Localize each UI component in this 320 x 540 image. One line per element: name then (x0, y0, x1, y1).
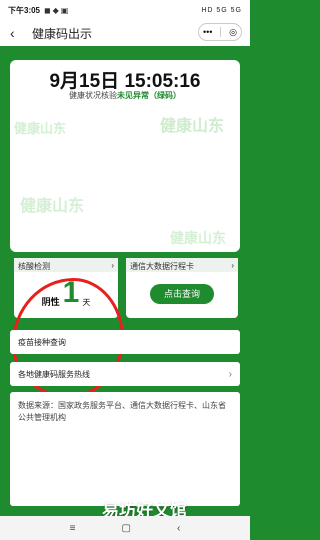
capsule-divider (220, 27, 222, 37)
status-value: 未见异常 (117, 91, 149, 100)
watermark-text: 健康山东 (170, 230, 226, 246)
status-bar: 下午3:05 ◼ ◆ ▣ HD 5G 5G (0, 0, 250, 20)
notification-icon: ◆ (52, 5, 59, 15)
status-prefix: 健康状况核验 (69, 91, 117, 100)
chevron-right-icon: › (228, 368, 232, 380)
notification-icon: ◼ (44, 5, 51, 15)
chevron-right-icon: › (111, 261, 114, 270)
content-area: 健康山东 健康山东 健康山东 健康山东 9月15日 15:05:16 健康状况核… (0, 46, 250, 516)
page-title: 健康码出示 (32, 26, 93, 41)
hotline-row[interactable]: 各地健康码服务热线 › (10, 362, 240, 386)
status-time: 下午3:05 (8, 5, 41, 15)
trip-query-button[interactable]: 点击查询 (150, 284, 214, 304)
trip-card-header: 通信大数据行程卡 › (126, 258, 238, 272)
signal-icons: HD 5G 5G (201, 6, 242, 14)
close-circle-icon[interactable]: ◎ (229, 27, 237, 38)
nav-bar: ‹ 健康码出示 ••• ◎ (0, 20, 250, 46)
nucleic-test-header: 核酸检测 › (14, 258, 118, 272)
vaccine-query-label: 疫苗接种查询 (18, 337, 66, 347)
nucleic-test-title: 核酸检测 (18, 262, 50, 271)
status-suffix: （绿码） (149, 91, 181, 100)
watermark-text: 健康山东 (20, 198, 85, 215)
chevron-left-icon[interactable]: ‹ (10, 25, 24, 41)
health-code-card: 健康山东 健康山东 健康山东 健康山东 9月15日 15:05:16 健康状况核… (10, 60, 240, 252)
system-nav-bar: ≡ ▢ ‹ (0, 516, 250, 540)
more-dots-icon[interactable]: ••• (203, 27, 212, 37)
trip-card-title: 通信大数据行程卡 (130, 262, 194, 271)
notification-icons: ◼ ◆ ▣ (44, 6, 68, 15)
data-source-note: 数据来源：国家政务服务平台、通信大数据行程卡、山东省公共管理机构 (10, 392, 240, 506)
home-square-icon[interactable]: ▢ (122, 523, 131, 534)
hotline-label: 各地健康码服务热线 (18, 369, 90, 379)
vaccine-query-row[interactable]: 疫苗接种查询 (10, 330, 240, 354)
watermark-text: 健康山东 (14, 121, 67, 136)
watermark-text: 健康山东 (160, 118, 225, 135)
health-status: 健康状况核验未见异常（绿码） (10, 90, 240, 101)
mini-program-capsule: ••• ◎ (198, 23, 242, 41)
back-triangle-icon[interactable]: ‹ (177, 523, 180, 534)
menu-icon[interactable]: ≡ (70, 523, 76, 534)
current-datetime: 9月15日 15:05:16 (49, 71, 201, 92)
data-source-text: 数据来源：国家政务服务平台、通信大数据行程卡、山东省公共管理机构 (18, 401, 226, 422)
chevron-right-icon: › (231, 261, 234, 270)
trip-card[interactable]: 通信大数据行程卡 › 点击查询 (126, 258, 238, 318)
notification-icon: ▣ (60, 5, 69, 15)
